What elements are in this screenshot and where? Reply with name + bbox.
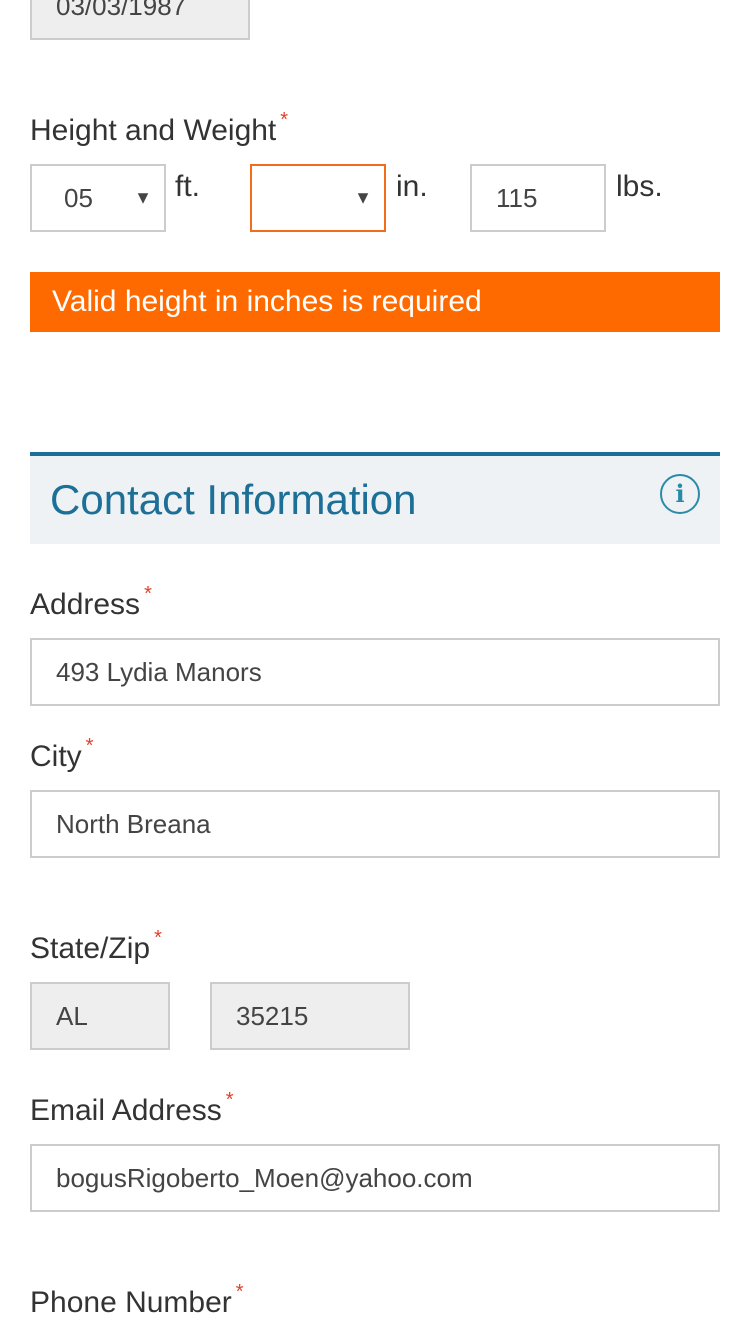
state-field[interactable]: AL bbox=[30, 982, 170, 1050]
contact-information-header: Contact Information i bbox=[30, 452, 720, 544]
section-title: Contact Information bbox=[50, 476, 417, 523]
state-zip-label: State/Zip * bbox=[30, 927, 162, 965]
required-asterisk: * bbox=[85, 735, 94, 757]
address-label: Address * bbox=[30, 583, 152, 621]
inches-unit-label: in. bbox=[396, 170, 428, 203]
weight-input[interactable]: 115 bbox=[470, 164, 606, 232]
weight-unit-label: lbs. bbox=[616, 170, 663, 203]
height-error-text: Valid height in inches is required bbox=[52, 285, 482, 318]
info-icon[interactable]: i bbox=[660, 474, 700, 514]
required-asterisk: * bbox=[154, 927, 162, 949]
height-feet-value: 05 bbox=[64, 182, 93, 213]
email-label: Email Address * bbox=[30, 1089, 234, 1127]
phone-label: Phone Number * bbox=[30, 1281, 244, 1319]
date-of-birth-value: 03/03/1987 bbox=[56, 0, 187, 21]
zip-field[interactable]: 35215 bbox=[210, 982, 410, 1050]
email-input[interactable]: bogusRigoberto_Moen@yahoo.com bbox=[30, 1144, 720, 1212]
weight-value: 115 bbox=[496, 182, 538, 213]
city-value: North Breana bbox=[56, 808, 211, 839]
chevron-down-icon: ▼ bbox=[134, 187, 152, 208]
email-value: bogusRigoberto_Moen@yahoo.com bbox=[56, 1162, 473, 1193]
zip-value: 35215 bbox=[236, 1000, 309, 1031]
required-asterisk: * bbox=[225, 1089, 234, 1111]
address-input[interactable]: 493 Lydia Manors bbox=[30, 638, 720, 706]
required-asterisk: * bbox=[144, 583, 152, 605]
date-of-birth-field[interactable]: 03/03/1987 bbox=[30, 0, 250, 40]
required-asterisk: * bbox=[235, 1281, 244, 1303]
height-feet-select[interactable]: 05 ▼ bbox=[30, 164, 166, 232]
feet-unit-label: ft. bbox=[175, 170, 201, 203]
city-input[interactable]: North Breana bbox=[30, 790, 720, 858]
height-inches-select[interactable]: ▼ bbox=[250, 164, 386, 232]
state-value: AL bbox=[56, 1000, 88, 1031]
height-error-message: Valid height in inches is required bbox=[30, 272, 720, 332]
address-value: 493 Lydia Manors bbox=[56, 656, 262, 687]
height-weight-label: Height and Weight * bbox=[30, 109, 289, 147]
required-asterisk: * bbox=[280, 109, 289, 131]
city-label: City * bbox=[30, 735, 94, 773]
chevron-down-icon: ▼ bbox=[354, 187, 372, 208]
